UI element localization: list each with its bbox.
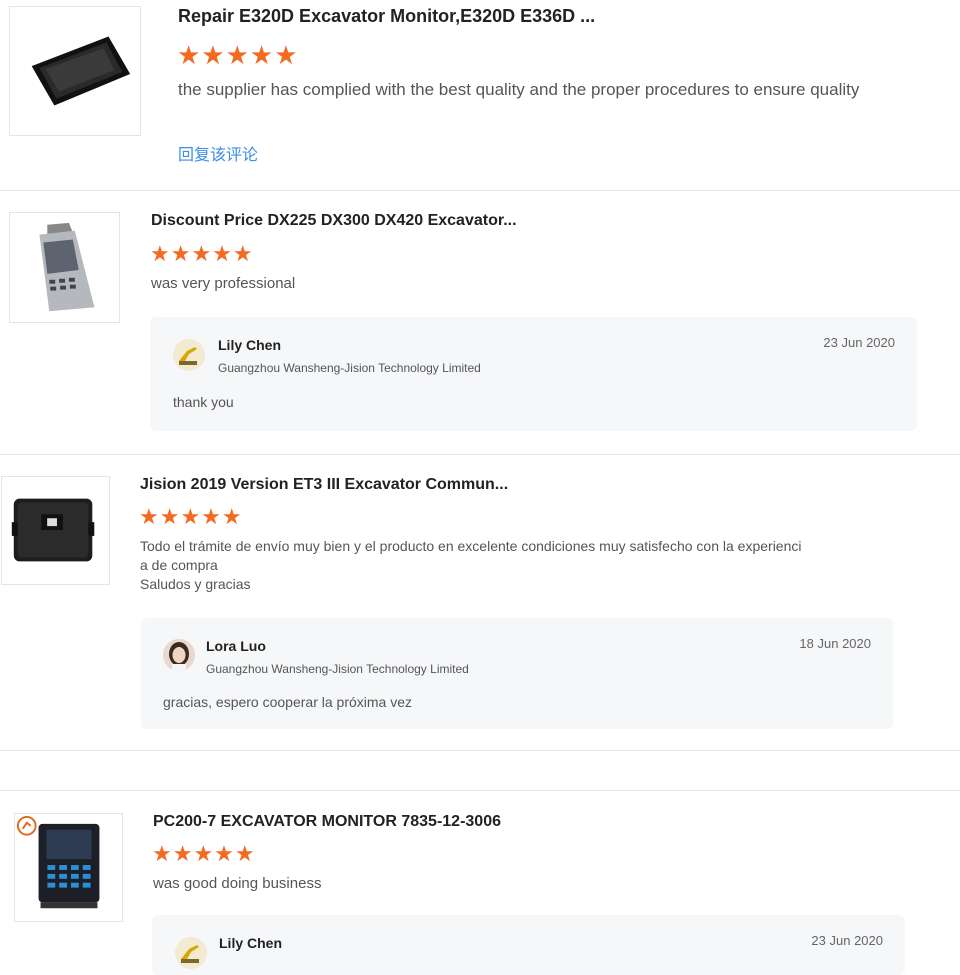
seller-avatar (173, 339, 205, 371)
product-title[interactable]: Repair E320D Excavator Monitor,E320D E33… (178, 6, 595, 27)
product-thumbnail[interactable] (1, 476, 110, 585)
reply-author-name: Lily Chen (218, 337, 282, 353)
reply-date: 23 Jun 2020 (823, 335, 895, 350)
product-thumbnail[interactable] (9, 6, 141, 136)
seller-reply: Lora Luo Guangzhou Wansheng-Jision Techn… (141, 618, 893, 729)
seller-reply: Lily Chen Guangzhou Wansheng-Jision Tech… (150, 317, 917, 431)
review-item-4: PC200-7 EXCAVATOR MONITOR 7835-12-3006 ★… (0, 791, 960, 975)
review-comment: was good doing business (153, 875, 322, 892)
star-rating: ★★★★★ (150, 241, 254, 266)
reply-date: 18 Jun 2020 (799, 636, 871, 651)
review-item-1: Repair E320D Excavator Monitor,E320D E33… (0, 0, 960, 190)
product-title[interactable]: Discount Price DX225 DX300 DX420 Excavat… (151, 212, 517, 230)
seller-reply: Lily Chen 23 Jun 2020 (152, 915, 905, 975)
review-comment: was very professional (151, 275, 296, 292)
product-thumbnail[interactable] (14, 813, 123, 922)
review-divider (0, 750, 960, 751)
product-thumbnail[interactable] (9, 212, 120, 323)
review-comment: Todo el trámite de envío muy bien y el p… (140, 537, 802, 594)
reply-date: 23 Jun 2020 (811, 933, 883, 948)
review-comment: the supplier has complied with the best … (178, 80, 860, 99)
review-comment-line: a de compra (140, 557, 218, 573)
reply-author-company: Guangzhou Wansheng-Jision Technology Lim… (206, 662, 469, 676)
carrying-case-image-icon (2, 477, 109, 584)
seller-avatar (163, 639, 195, 671)
review-item-3: Jision 2019 Version ET3 III Excavator Co… (0, 455, 960, 750)
excavator-avatar-icon (173, 339, 205, 371)
reply-text: gracias, espero cooperar la próxima vez (163, 694, 413, 710)
excavator-avatar-icon (175, 937, 207, 969)
reply-author-name: Lora Luo (206, 638, 266, 654)
monitor-image-icon (10, 7, 140, 135)
seller-avatar (175, 937, 207, 969)
star-rating: ★★★★★ (177, 40, 299, 70)
reply-author-name: Lily Chen (219, 935, 283, 951)
reply-to-review-link[interactable]: 回复该评论 (178, 141, 258, 165)
star-rating: ★★★★★ (139, 504, 243, 529)
reply-author-company: Guangzhou Wansheng-Jision Technology Lim… (218, 361, 481, 375)
product-title[interactable]: PC200-7 EXCAVATOR MONITOR 7835-12-3006 (153, 813, 501, 831)
person-avatar-icon (163, 639, 195, 671)
diagnostic-device-image-icon (10, 213, 119, 322)
reply-text: thank you (173, 394, 234, 410)
excavator-monitor-image-icon (15, 814, 122, 921)
review-item-2: Discount Price DX225 DX300 DX420 Excavat… (0, 191, 960, 453)
star-rating: ★★★★★ (152, 841, 256, 866)
product-title[interactable]: Jision 2019 Version ET3 III Excavator Co… (140, 476, 508, 494)
review-comment-line: Todo el trámite de envío muy bien y el p… (140, 538, 802, 554)
review-comment-line: Saludos y gracias (140, 576, 251, 592)
